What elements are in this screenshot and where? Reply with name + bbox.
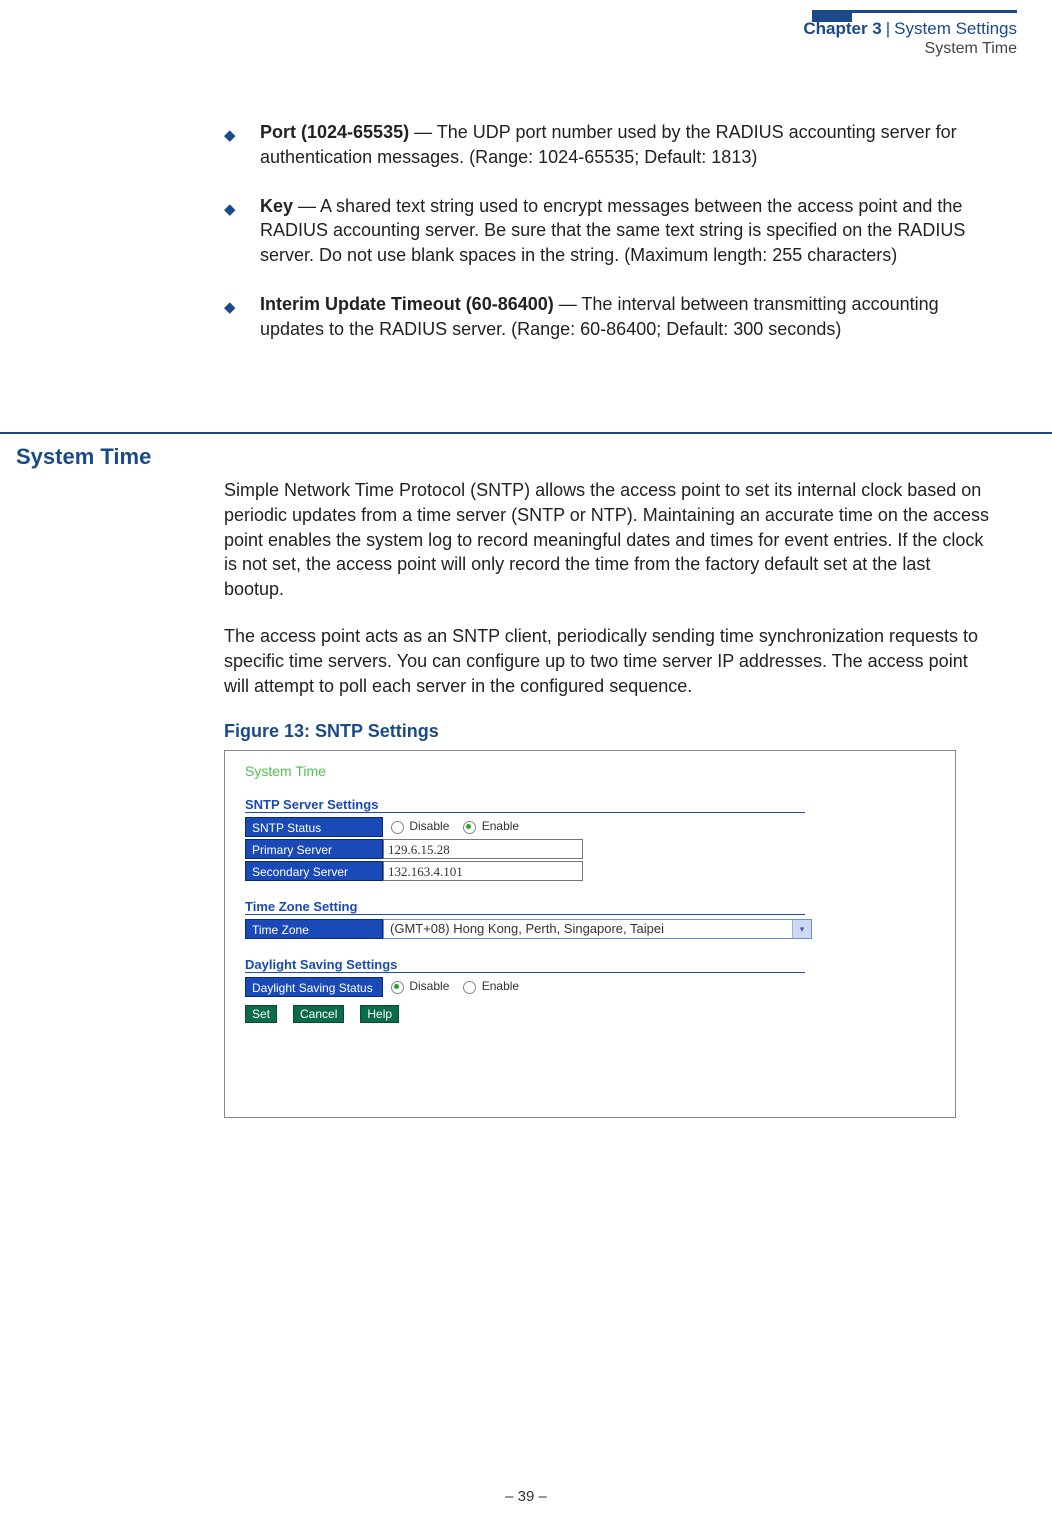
primary-server-input[interactable]: 129.6.15.28 bbox=[383, 839, 583, 859]
chapter-title: System Settings bbox=[894, 19, 1017, 38]
secondary-server-label: Secondary Server bbox=[245, 861, 383, 881]
section-rule bbox=[0, 432, 1052, 434]
bullet-term: Port (1024-65535) bbox=[260, 122, 409, 142]
sntp-status-label: SNTP Status bbox=[245, 817, 383, 837]
ds-status-row: Daylight Saving Status Disable Enable bbox=[245, 977, 935, 997]
bullet-interim: ◆ Interim Update Timeout (60-86400) — Th… bbox=[224, 292, 994, 342]
timezone-label: Time Zone bbox=[245, 919, 383, 939]
underline bbox=[245, 812, 805, 813]
ds-enable-radio[interactable]: Enable bbox=[463, 979, 519, 993]
radio-label: Disable bbox=[409, 979, 449, 993]
bullet-term: Key bbox=[260, 196, 293, 216]
chevron-down-icon: ▾ bbox=[792, 920, 811, 938]
help-button[interactable]: Help bbox=[360, 1005, 399, 1023]
timezone-value: (GMT+08) Hong Kong, Perth, Singapore, Ta… bbox=[384, 920, 792, 938]
underline bbox=[245, 972, 805, 973]
bullet-list: ◆ Port (1024-65535) — The UDP port numbe… bbox=[224, 120, 994, 342]
figure-title: System Time bbox=[245, 763, 935, 779]
bullet-term: Interim Update Timeout (60-86400) bbox=[260, 294, 554, 314]
radio-label: Enable bbox=[482, 819, 519, 833]
bullet-key: ◆ Key — A shared text string used to enc… bbox=[224, 194, 994, 268]
chapter-subtitle: System Time bbox=[803, 39, 1017, 59]
set-button[interactable]: Set bbox=[245, 1005, 277, 1023]
bullet-text: — A shared text string used to encrypt m… bbox=[260, 196, 965, 266]
page-header: Chapter 3|System Settings System Time bbox=[803, 18, 1017, 59]
paragraph-1: Simple Network Time Protocol (SNTP) allo… bbox=[224, 478, 994, 602]
paragraph-2: The access point acts as an SNTP client,… bbox=[224, 624, 994, 698]
primary-server-row: Primary Server 129.6.15.28 bbox=[245, 839, 935, 859]
sntp-status-row: SNTP Status Disable Enable bbox=[245, 817, 935, 837]
ds-disable-radio[interactable]: Disable bbox=[391, 979, 449, 993]
diamond-icon: ◆ bbox=[224, 200, 236, 221]
diamond-icon: ◆ bbox=[224, 126, 236, 147]
figure-sntp-settings: System Time SNTP Server Settings SNTP St… bbox=[224, 750, 956, 1118]
header-line bbox=[847, 10, 1017, 13]
figure-caption: Figure 13: SNTP Settings bbox=[224, 721, 994, 742]
timezone-select[interactable]: (GMT+08) Hong Kong, Perth, Singapore, Ta… bbox=[383, 919, 812, 939]
sntp-heading: SNTP Server Settings bbox=[245, 797, 935, 812]
radio-label: Disable bbox=[409, 819, 449, 833]
cancel-button[interactable]: Cancel bbox=[293, 1005, 344, 1023]
ds-heading: Daylight Saving Settings bbox=[245, 957, 935, 972]
radio-label: Enable bbox=[482, 979, 519, 993]
page-number: – 39 – bbox=[0, 1488, 1052, 1505]
separator: | bbox=[886, 19, 890, 38]
sntp-disable-radio[interactable]: Disable bbox=[391, 819, 449, 833]
timezone-row: Time Zone (GMT+08) Hong Kong, Perth, Sin… bbox=[245, 919, 935, 939]
sntp-enable-radio[interactable]: Enable bbox=[463, 819, 519, 833]
underline bbox=[245, 914, 805, 915]
secondary-server-input[interactable]: 132.163.4.101 bbox=[383, 861, 583, 881]
section-heading: System Time bbox=[16, 444, 151, 470]
bullet-port: ◆ Port (1024-65535) — The UDP port numbe… bbox=[224, 120, 994, 170]
primary-server-label: Primary Server bbox=[245, 839, 383, 859]
header-notch bbox=[812, 10, 852, 22]
tz-heading: Time Zone Setting bbox=[245, 899, 935, 914]
diamond-icon: ◆ bbox=[224, 298, 236, 319]
ds-status-label: Daylight Saving Status bbox=[245, 977, 383, 997]
secondary-server-row: Secondary Server 132.163.4.101 bbox=[245, 861, 935, 881]
